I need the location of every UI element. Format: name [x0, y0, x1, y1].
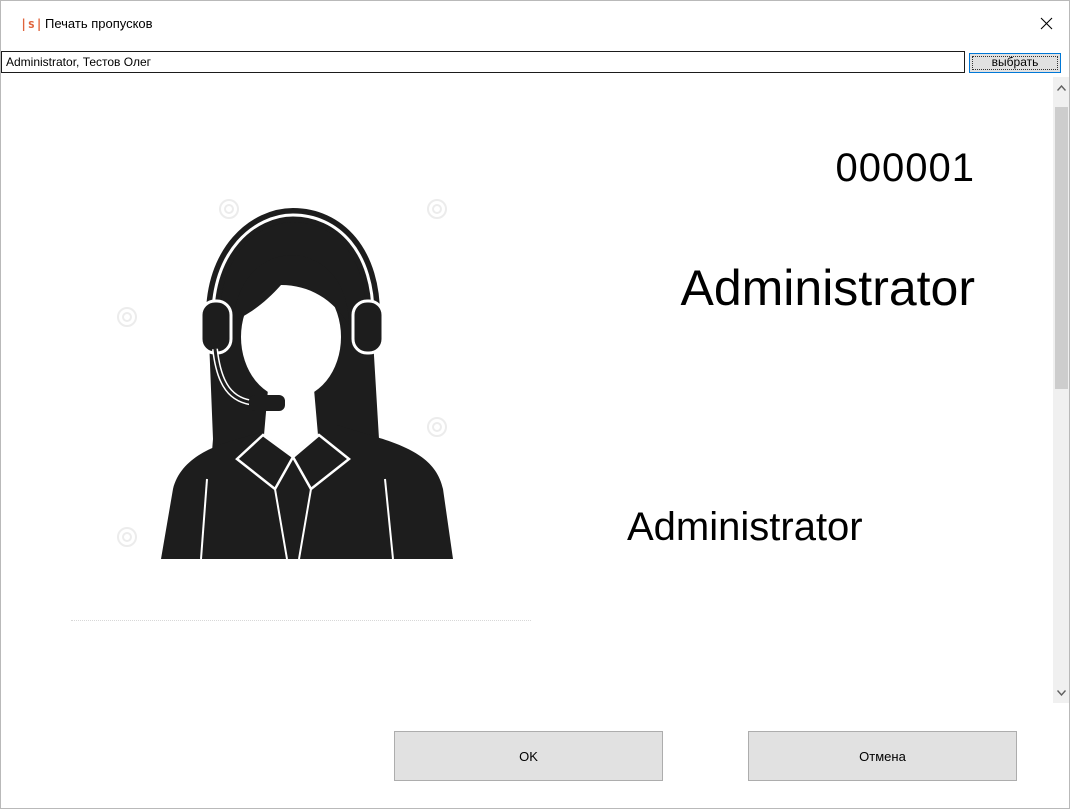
choose-button[interactable]: выбрать [969, 53, 1061, 73]
print-passes-dialog: |s| Печать пропусков Administrator, Тест… [0, 0, 1070, 809]
window-title: Печать пропусков [45, 16, 153, 31]
employee-photo [117, 199, 453, 560]
selected-employees-field[interactable]: Administrator, Тестов Олег [1, 51, 965, 73]
chevron-down-icon [1057, 689, 1066, 696]
employee-selector-row: Administrator, Тестов Олег выбрать [1, 51, 1069, 75]
scroll-down-button[interactable] [1053, 684, 1069, 701]
ok-button[interactable]: OK [394, 731, 663, 781]
chevron-up-icon [1057, 84, 1066, 91]
vertical-scrollbar[interactable] [1053, 77, 1069, 703]
scroll-up-button[interactable] [1053, 79, 1069, 96]
app-logo: |s| [20, 17, 44, 31]
close-icon [1040, 17, 1052, 29]
pass-role: Administrator [680, 260, 975, 316]
pass-number: 000001 [835, 146, 975, 190]
close-button[interactable] [1023, 7, 1069, 39]
pass-preview: 000001 Administrator Administrator [1, 77, 1053, 703]
cancel-button[interactable]: Отмена [748, 731, 1017, 781]
title-bar: |s| Печать пропусков [1, 1, 1069, 47]
photo-underline [71, 620, 531, 621]
pass-name: Administrator [627, 505, 863, 549]
scroll-thumb[interactable] [1055, 107, 1068, 389]
